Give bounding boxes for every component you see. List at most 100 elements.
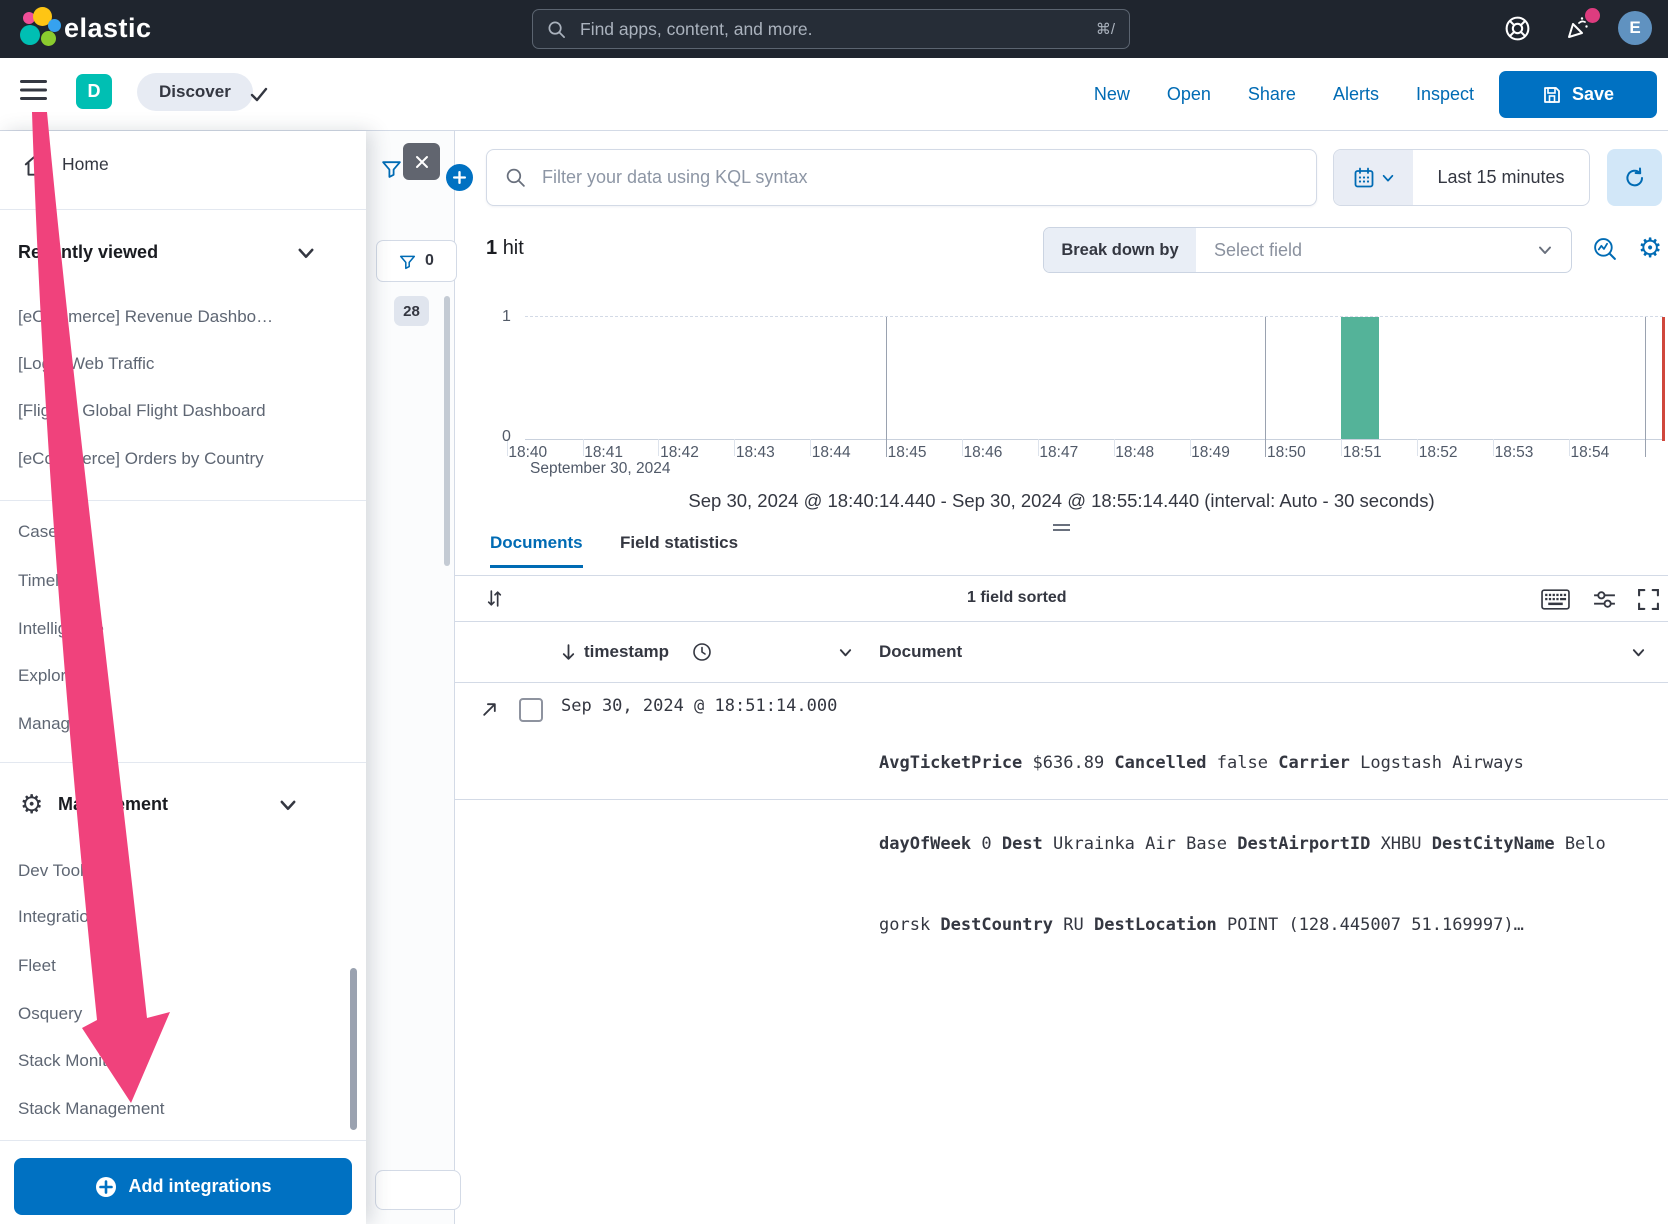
breadcrumb-check-icon[interactable] xyxy=(248,83,270,105)
sidebar-item-recent-2[interactable]: [Flights] Global Flight Dashboard xyxy=(18,401,266,421)
top-header-bar: elastic ⌘/ E xyxy=(0,0,1668,58)
sidebar-item-stack-monitoring[interactable]: Stack Monitoring xyxy=(18,1051,145,1071)
global-search-input[interactable] xyxy=(578,18,1096,41)
app-toolbar: D Discover New Open Share Alerts Inspect… xyxy=(0,58,1668,131)
x-axis-tick-label: 18:52 xyxy=(1419,444,1458,462)
fullscreen-icon[interactable] xyxy=(1637,588,1660,611)
chevron-down-icon[interactable] xyxy=(296,243,316,263)
tab-field-statistics[interactable]: Field statistics xyxy=(620,533,738,553)
sort-descending-icon[interactable] xyxy=(560,643,577,662)
resize-handle[interactable] xyxy=(1053,524,1070,532)
global-search-bar[interactable]: ⌘/ xyxy=(532,9,1130,49)
field-search-box[interactable] xyxy=(375,1170,461,1210)
tab-documents[interactable]: Documents xyxy=(490,533,583,568)
expand-document-icon[interactable] xyxy=(481,701,498,718)
sidebar-item-stack-management[interactable]: Stack Management xyxy=(18,1099,164,1119)
sidebar-item-explore[interactable]: Explore xyxy=(18,666,76,686)
chart-settings-gear-icon[interactable]: ⚙ xyxy=(1638,233,1662,264)
add-filter-icon[interactable] xyxy=(446,164,473,191)
divider xyxy=(0,762,366,763)
histogram-plot[interactable]: 18:4018:4118:4218:4318:4418:4518:4618:47… xyxy=(525,316,1663,440)
row-timestamp-cell: Sep 30, 2024 @ 18:51:14.000 xyxy=(561,696,837,716)
save-button[interactable]: Save xyxy=(1499,71,1657,118)
breakdown-label: Break down by xyxy=(1044,228,1196,272)
app-badge-discover[interactable]: D xyxy=(76,74,112,109)
hit-count-label: hit xyxy=(503,237,524,259)
sidebar-item-timelines[interactable]: Timelines xyxy=(18,571,90,591)
share-button[interactable]: Share xyxy=(1248,84,1296,105)
sidebar-item-recent-1[interactable]: [Logs] Web Traffic xyxy=(18,354,154,374)
results-tabs: Documents Field statistics xyxy=(455,533,1668,576)
refresh-button[interactable] xyxy=(1607,149,1662,206)
document-line: AvgTicketPrice $636.89 Cancelled false C… xyxy=(879,750,1579,777)
brand-name: elastic xyxy=(64,13,152,44)
add-integrations-label: Add integrations xyxy=(129,1176,272,1197)
save-floppy-icon xyxy=(1542,85,1562,105)
sidebar-item-osquery[interactable]: Osquery xyxy=(18,1004,82,1024)
funnel-icon xyxy=(399,253,416,270)
kql-query-bar[interactable] xyxy=(486,149,1317,206)
chevron-down-icon xyxy=(1537,242,1553,258)
filter-funnel-icon[interactable] xyxy=(381,158,402,179)
x-axis-tick-label: 18:47 xyxy=(1039,444,1078,462)
help-icon[interactable] xyxy=(1503,14,1532,43)
kql-query-input[interactable] xyxy=(540,166,1298,189)
sort-fields-icon[interactable] xyxy=(486,589,503,608)
document-column-menu-icon[interactable] xyxy=(1631,645,1646,660)
display-options-icon[interactable] xyxy=(1592,588,1617,611)
sidebar-item-home[interactable]: Home xyxy=(62,154,109,175)
x-axis-tick-label: 18:49 xyxy=(1191,444,1230,462)
management-header[interactable]: Management xyxy=(58,794,168,815)
hit-count: 1 hit xyxy=(486,237,524,260)
close-icon[interactable] xyxy=(403,143,440,180)
calendar-menu-button[interactable] xyxy=(1334,150,1413,205)
chevron-down-icon xyxy=(1381,171,1395,185)
alerts-button[interactable]: Alerts xyxy=(1333,84,1379,105)
search-icon xyxy=(547,20,566,39)
x-axis-tick-label: 18:46 xyxy=(964,444,1003,462)
elastic-logo-icon[interactable] xyxy=(16,7,62,51)
keyboard-icon[interactable] xyxy=(1541,589,1570,610)
x-axis-tick-label: 18:44 xyxy=(812,444,851,462)
row-select-checkbox[interactable] xyxy=(519,698,543,722)
inspect-button[interactable]: Inspect xyxy=(1416,84,1474,105)
new-button[interactable]: New xyxy=(1094,84,1130,105)
open-button[interactable]: Open xyxy=(1167,84,1211,105)
user-avatar[interactable]: E xyxy=(1618,11,1652,45)
plus-in-circle-icon xyxy=(95,1176,117,1198)
sidebar-item-fleet[interactable]: Fleet xyxy=(18,956,56,976)
sidebar-scrollbar[interactable] xyxy=(350,968,357,1130)
search-shortcut-hint: ⌘/ xyxy=(1096,20,1115,38)
sorted-fields-button[interactable]: 1 field sorted xyxy=(967,589,1067,607)
sidebar-item-cases[interactable]: Cases xyxy=(18,522,66,542)
explore-data-lens-icon[interactable] xyxy=(1592,236,1619,263)
sidebar-item-dev-tools[interactable]: Dev Tools xyxy=(18,861,92,881)
toolbar-actions: New Open Share Alerts Inspect xyxy=(1094,58,1474,131)
sidebar-item-manage[interactable]: Manage xyxy=(18,714,79,734)
field-filters-button[interactable]: 0 xyxy=(376,240,457,282)
sidebar-item-recent-0[interactable]: [eCommerce] Revenue Dashbo… xyxy=(18,307,273,327)
sidebar-item-recent-3[interactable]: [eCommerce] Orders by Country xyxy=(18,449,264,469)
x-axis-tick-label: 18:50 xyxy=(1267,444,1306,462)
navigation-flyout: Home Recently viewed [eCommerce] Revenue… xyxy=(0,131,366,1224)
sidebar-item-intelligence[interactable]: Intelligence xyxy=(18,619,104,639)
x-axis-tick-label: 18:45 xyxy=(888,444,927,462)
menu-hamburger-icon[interactable] xyxy=(20,79,47,101)
grid-header: timestamp Document xyxy=(455,622,1668,683)
time-range-picker: Last 15 minutes xyxy=(1333,149,1590,206)
breakdown-select[interactable]: Select field xyxy=(1196,228,1571,272)
divider xyxy=(0,209,366,210)
chevron-down-icon[interactable] xyxy=(278,795,298,815)
time-range-value[interactable]: Last 15 minutes xyxy=(1413,150,1589,205)
column-header-document[interactable]: Document xyxy=(879,642,962,662)
row-document-cell: AvgTicketPrice $636.89 Cancelled false C… xyxy=(879,696,1579,966)
gear-icon: ⚙ xyxy=(20,789,43,820)
breakdown-placeholder: Select field xyxy=(1214,240,1302,261)
sidebar-item-integrations[interactable]: Integrations xyxy=(18,907,107,927)
field-list-scrollbar[interactable] xyxy=(444,296,450,566)
add-integrations-button[interactable]: Add integrations xyxy=(14,1158,352,1215)
timestamp-column-menu-icon[interactable] xyxy=(838,645,853,660)
recently-viewed-header[interactable]: Recently viewed xyxy=(18,242,158,263)
breadcrumb[interactable]: Discover xyxy=(137,73,253,111)
column-header-timestamp[interactable]: timestamp xyxy=(584,642,669,662)
